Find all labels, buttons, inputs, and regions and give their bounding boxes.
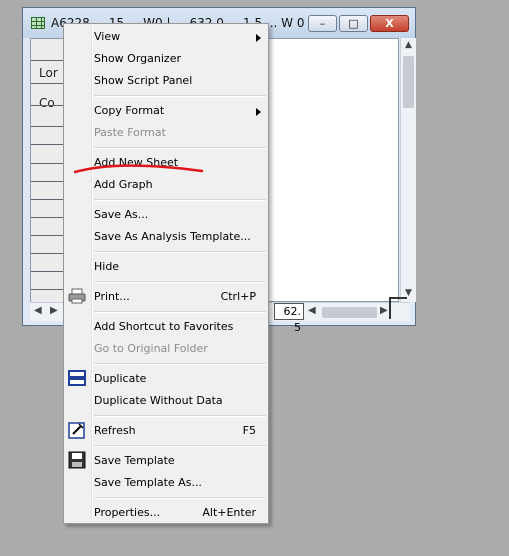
menu-separator — [94, 147, 266, 149]
context-menu: View Show Organizer Show Script Panel Co… — [63, 23, 269, 524]
menu-item-shortcut: F5 — [242, 424, 256, 437]
save-template-icon — [68, 451, 86, 469]
menu-item-label: Properties... — [94, 506, 161, 519]
menu-item-copy-format[interactable]: Copy Format — [94, 100, 266, 122]
menu-item-label: View — [94, 30, 121, 43]
menu-item-add-graph[interactable]: Add Graph — [94, 174, 266, 196]
menu-icon-gutter — [91, 26, 93, 521]
menu-item-go-to-original-folder: Go to Original Folder — [94, 338, 266, 360]
menu-item-shortcut: Ctrl+P — [220, 290, 256, 303]
menu-item-properties[interactable]: Properties... Alt+Enter — [94, 502, 266, 524]
menu-item-paste-format: Paste Format — [94, 122, 266, 144]
menu-item-label: Add Shortcut to Favorites — [94, 320, 234, 333]
menu-separator — [94, 199, 266, 201]
submenu-arrow-icon — [256, 34, 261, 42]
menu-separator — [94, 311, 266, 313]
row-label-long-name: Lor — [39, 66, 58, 80]
menu-item-label: Add Graph — [94, 178, 153, 191]
menu-item-show-script-panel[interactable]: Show Script Panel — [94, 70, 266, 92]
menu-item-save-template[interactable]: Save Template — [94, 450, 266, 472]
menu-separator — [94, 445, 266, 447]
close-button[interactable]: X — [370, 15, 409, 32]
menu-item-duplicate[interactable]: Duplicate — [94, 368, 266, 390]
menu-item-label: Duplicate Without Data — [94, 394, 223, 407]
printer-icon — [68, 288, 86, 304]
red-underline-annotation — [74, 164, 204, 174]
menu-item-label: Go to Original Folder — [94, 342, 208, 355]
menu-item-add-shortcut-to-favorites[interactable]: Add Shortcut to Favorites — [94, 316, 266, 338]
minimize-button[interactable]: – — [308, 15, 337, 32]
menu-separator — [94, 251, 266, 253]
scroll-left-icon[interactable]: ◀ — [34, 305, 42, 316]
row-label-comments: Co — [39, 96, 55, 110]
menu-item-view[interactable]: View — [94, 26, 266, 48]
worksheet-icon — [31, 17, 45, 29]
menu-item-print[interactable]: Print... Ctrl+P — [94, 286, 266, 308]
menu-item-label: Save Template As... — [94, 476, 202, 489]
menu-item-save-as-analysis-template[interactable]: Save As Analysis Template... — [94, 226, 266, 248]
menu-item-label: Save Template — [94, 454, 175, 467]
menu-item-label: Hide — [94, 260, 120, 273]
menu-item-label: Show Organizer — [94, 52, 181, 65]
menu-separator — [94, 363, 266, 365]
menu-item-duplicate-without-data[interactable]: Duplicate Without Data — [94, 390, 266, 412]
menu-item-label: Duplicate — [94, 372, 147, 385]
menu-separator — [94, 95, 266, 97]
vertical-scrollbar[interactable]: ▲ ▼ — [400, 38, 416, 302]
scroll-right-icon[interactable]: ▶ — [50, 305, 58, 316]
menu-item-label: Paste Format — [94, 126, 166, 139]
hscroll-right-icon[interactable]: ▶ — [380, 305, 388, 316]
resize-corner[interactable] — [389, 297, 407, 319]
menu-item-save-template-as[interactable]: Save Template As... — [94, 472, 266, 494]
duplicate-icon — [68, 370, 86, 386]
maximize-button[interactable]: □ — [339, 15, 368, 32]
menu-item-label: Refresh — [94, 424, 136, 437]
menu-separator — [94, 415, 266, 417]
scroll-up-icon[interactable]: ▲ — [401, 40, 416, 50]
horizontal-scroll-thumb[interactable] — [322, 307, 377, 318]
menu-separator — [94, 497, 266, 499]
menu-item-save-as[interactable]: Save As... — [94, 204, 266, 226]
menu-separator — [94, 281, 266, 283]
menu-item-label: Save As Analysis Template... — [94, 230, 251, 243]
submenu-arrow-icon — [256, 108, 261, 116]
menu-item-label: Save As... — [94, 208, 149, 221]
sheet-tab[interactable]: 62. 5 — [274, 303, 304, 334]
refresh-icon — [68, 422, 85, 439]
menu-item-show-organizer[interactable]: Show Organizer — [94, 48, 266, 70]
hscroll-left-icon[interactable]: ◀ — [308, 305, 316, 316]
vertical-scroll-thumb[interactable] — [403, 56, 414, 108]
menu-item-refresh[interactable]: Refresh F5 — [94, 420, 266, 442]
menu-item-label: Copy Format — [94, 104, 165, 117]
menu-item-label: Print... — [94, 290, 130, 303]
menu-item-hide[interactable]: Hide — [94, 256, 266, 278]
menu-item-shortcut: Alt+Enter — [202, 506, 256, 519]
menu-item-label: Show Script Panel — [94, 74, 193, 87]
